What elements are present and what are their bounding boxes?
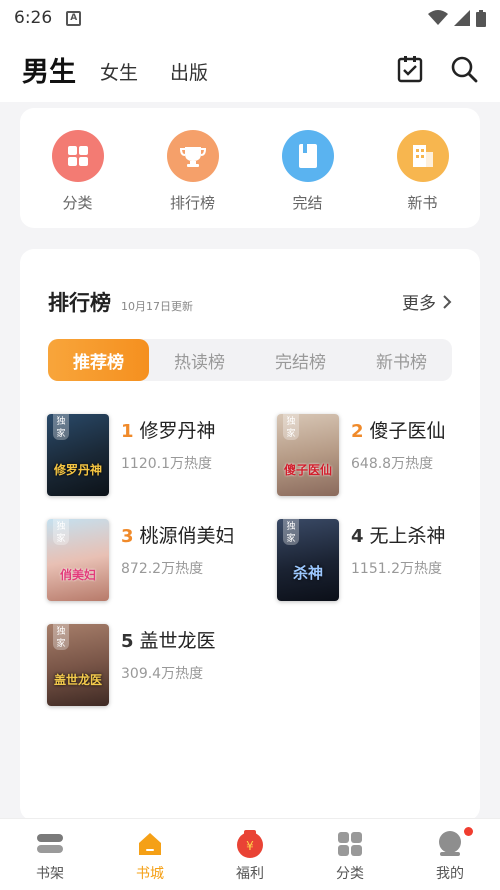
chevron-right-icon <box>443 294 452 309</box>
quick-entry-card: 分类 排行榜 完结 新书 <box>20 108 480 228</box>
svg-text:¥: ¥ <box>246 839 254 853</box>
notification-dot <box>464 827 473 836</box>
top-nav: 男生 女生 出版 <box>0 36 500 102</box>
wifi-icon <box>428 10 448 25</box>
book-item[interactable]: 独家 杀神 4 无上杀神 1151.2万热度 <box>277 519 487 609</box>
search-icon[interactable] <box>450 55 478 83</box>
ranking-card: 排行榜 10月17日更新 更多 推荐榜 热读榜 完结榜 新书榜 独家 修罗丹神 … <box>20 249 480 821</box>
calendar-check-icon[interactable] <box>396 55 424 83</box>
book-item[interactable]: 独家 傻子医仙 2 傻子医仙 648.8万热度 <box>277 414 487 504</box>
nav-category[interactable]: 分类 <box>315 829 385 890</box>
category-icon <box>51 130 104 182</box>
tab-hot[interactable]: 热读榜 <box>149 339 250 381</box>
cover-title: 傻子医仙 <box>283 463 332 477</box>
status-time: 6:26 <box>14 8 53 28</box>
quick-item-new[interactable]: 新书 <box>383 130 463 228</box>
book-rank: 5 <box>121 631 134 652</box>
nav-label: 分类 <box>336 866 364 882</box>
book-heat: 648.8万热度 <box>351 456 434 472</box>
book-cover: 独家 修罗丹神 <box>47 414 109 496</box>
grid-icon <box>335 829 365 859</box>
quick-item-category[interactable]: 分类 <box>38 130 118 228</box>
bookshelf-icon <box>35 829 65 859</box>
book-heat: 309.4万热度 <box>121 666 204 682</box>
app-notification-icon: A <box>66 10 82 26</box>
cover-title: 俏美妇 <box>59 568 96 582</box>
red-envelope-icon: ¥ <box>235 829 265 859</box>
cover-title: 杀神 <box>292 564 323 582</box>
ranking-tabs: 推荐榜 热读榜 完结榜 新书榜 <box>48 339 452 381</box>
book-item[interactable]: 独家 盖世龙医 5 盖世龙医 309.4万热度 <box>47 624 257 714</box>
book-title: 傻子医仙 <box>369 420 446 442</box>
quick-label: 新书 <box>407 194 438 212</box>
ranking-update-date: 10月17日更新 <box>121 300 193 313</box>
quick-label: 分类 <box>62 194 93 212</box>
nav-label: 福利 <box>236 866 264 882</box>
book-rank: 4 <box>351 526 364 547</box>
more-label: 更多 <box>402 294 436 314</box>
tab-recommended[interactable]: 推荐榜 <box>48 339 149 381</box>
battery-icon <box>476 9 486 27</box>
status-bar: 6:26 A <box>0 0 500 36</box>
book-rank: 2 <box>351 421 364 442</box>
nav-label: 书城 <box>136 866 164 882</box>
book-item[interactable]: 独家 俏美妇 3 桃源俏美妇 872.2万热度 <box>47 519 257 609</box>
cover-exclusive-tag: 独家 <box>53 414 69 440</box>
nav-profile[interactable]: 我的 <box>415 827 485 890</box>
cover-exclusive-tag: 独家 <box>283 414 299 440</box>
book-title: 盖世龙医 <box>139 630 216 652</box>
book-title: 桃源俏美妇 <box>139 525 235 547</box>
book-cover: 独家 傻子医仙 <box>277 414 339 496</box>
quick-item-ranking[interactable]: 排行榜 <box>153 130 233 228</box>
nav-label: 我的 <box>436 866 464 882</box>
nav-bookshelf[interactable]: 书架 <box>15 829 85 890</box>
profile-icon <box>435 829 465 859</box>
quick-item-finished[interactable]: 完结 <box>268 130 348 228</box>
nav-label: 书架 <box>36 866 64 882</box>
ranking-more-link[interactable]: 更多 <box>402 289 452 314</box>
tab-new[interactable]: 新书榜 <box>351 339 452 381</box>
status-icons <box>428 9 486 27</box>
quick-label: 完结 <box>292 194 323 212</box>
signal-icon <box>454 10 470 26</box>
book-item[interactable]: 独家 修罗丹神 1 修罗丹神 1120.1万热度 <box>47 414 257 504</box>
home-icon <box>135 829 165 859</box>
tab-finished[interactable]: 完结榜 <box>250 339 351 381</box>
tab-male[interactable]: 男生 <box>20 50 78 89</box>
cover-title: 盖世龙医 <box>53 673 102 687</box>
book-rank: 3 <box>121 526 134 547</box>
cover-exclusive-tag: 独家 <box>53 519 69 545</box>
book-cover: 独家 俏美妇 <box>47 519 109 601</box>
building-icon <box>396 130 449 182</box>
cover-exclusive-tag: 独家 <box>53 624 69 650</box>
nav-welfare[interactable]: ¥ 福利 <box>215 829 285 890</box>
ranking-header: 排行榜 10月17日更新 <box>48 287 193 317</box>
book-heat: 872.2万热度 <box>121 561 204 577</box>
trophy-icon <box>166 130 219 182</box>
book-rank: 1 <box>121 421 134 442</box>
book-heat: 1151.2万热度 <box>351 561 442 577</box>
tab-publish[interactable]: 出版 <box>170 58 208 85</box>
book-title: 修罗丹神 <box>139 420 216 442</box>
book-heat: 1120.1万热度 <box>121 456 212 472</box>
nav-bookstore[interactable]: 书城 <box>115 829 185 890</box>
book-cover: 独家 杀神 <box>277 519 339 601</box>
quick-label: 排行榜 <box>169 194 215 212</box>
tab-female[interactable]: 女生 <box>100 58 138 85</box>
book-cover: 独家 盖世龙医 <box>47 624 109 706</box>
bottom-nav: 书架 书城 ¥ 福利 分类 我的 <box>0 818 500 890</box>
book-icon <box>281 130 334 182</box>
cover-title: 修罗丹神 <box>53 463 102 477</box>
cover-exclusive-tag: 独家 <box>283 519 299 545</box>
ranking-title: 排行榜 <box>48 291 111 315</box>
book-title: 无上杀神 <box>369 525 446 547</box>
